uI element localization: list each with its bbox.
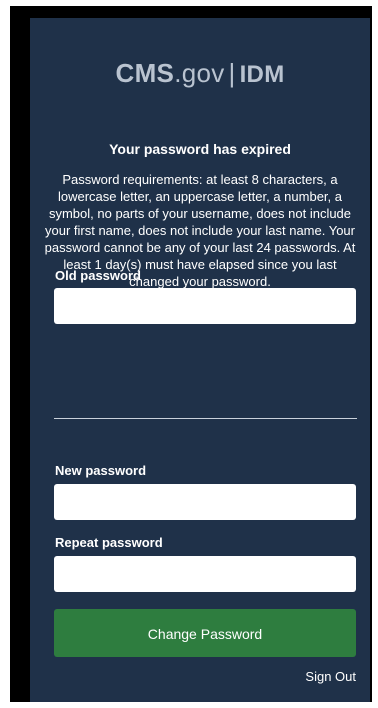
old-password-input[interactable]	[54, 288, 356, 324]
window-frame: CMS.gov | IDM Your password has expired Pa…	[10, 6, 372, 702]
cms-idm-logo: CMS.gov | IDM	[30, 58, 370, 89]
repeat-password-input[interactable]	[54, 556, 356, 592]
logo-gov: .gov	[174, 58, 225, 88]
logo-separator: |	[228, 58, 236, 88]
logo-product: IDM	[239, 61, 285, 88]
divider	[54, 418, 357, 419]
password-expired-panel: CMS.gov | IDM Your password has expired Pa…	[30, 18, 370, 702]
new-password-input[interactable]	[54, 484, 356, 520]
page-title: Your password has expired	[109, 141, 291, 157]
old-password-label: Old password	[55, 268, 141, 283]
logo-brand: CMS	[115, 58, 175, 88]
change-password-button[interactable]: Change Password	[54, 609, 356, 657]
sign-out-link[interactable]: Sign Out	[305, 669, 356, 684]
new-password-label: New password	[55, 463, 147, 478]
repeat-password-label: Repeat password	[55, 535, 163, 550]
